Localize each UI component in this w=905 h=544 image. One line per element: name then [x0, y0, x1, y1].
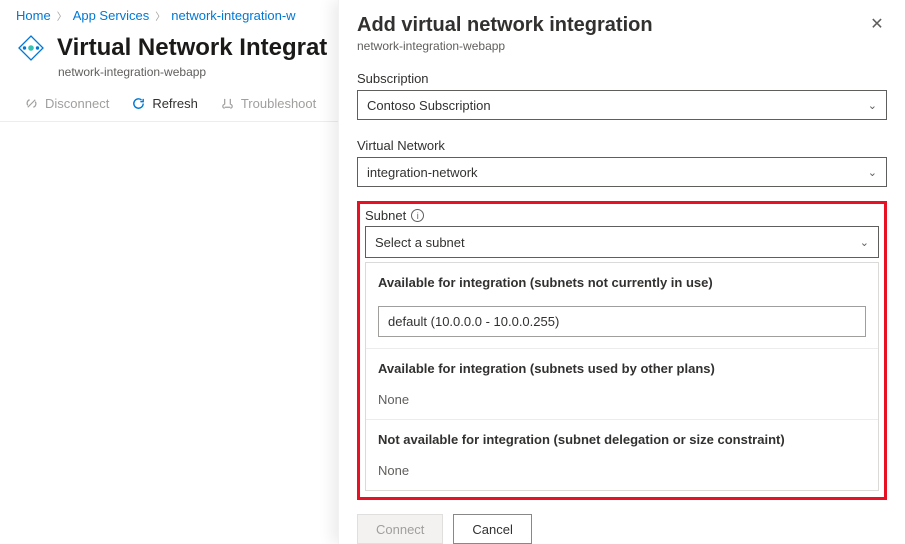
disconnect-icon	[24, 96, 39, 111]
chevron-down-icon: ⌄	[868, 99, 877, 112]
vnet-select[interactable]: integration-network ⌄	[357, 157, 887, 187]
panel-title: Add virtual network integration	[357, 14, 653, 37]
subscription-field-label: Subscription	[357, 71, 887, 86]
vnet-field-label: Virtual Network	[357, 138, 887, 153]
disconnect-button[interactable]: Disconnect	[24, 96, 109, 111]
troubleshoot-button[interactable]: Troubleshoot	[220, 96, 316, 111]
subnet-select[interactable]: Select a subnet ⌄	[366, 227, 878, 257]
subscription-select[interactable]: Contoso Subscription ⌄	[357, 90, 887, 120]
troubleshoot-icon	[220, 96, 235, 111]
chevron-down-icon: ⌄	[860, 236, 869, 249]
subnet-group-unavailable-none: None	[366, 456, 878, 490]
subnet-highlighted-section: Subnet i Select a subnet ⌄ Available for…	[357, 201, 887, 500]
subnet-group-available-used: Available for integration (subnets used …	[366, 348, 878, 385]
subnet-dropdown-list: Available for integration (subnets not c…	[365, 262, 879, 491]
breadcrumb-app-services[interactable]: App Services	[73, 8, 150, 23]
troubleshoot-label: Troubleshoot	[241, 96, 316, 111]
page-title: Virtual Network Integrat	[57, 34, 327, 62]
subscription-value: Contoso Subscription	[367, 98, 491, 113]
connect-button[interactable]: Connect	[357, 514, 443, 544]
info-icon[interactable]: i	[411, 209, 424, 222]
breadcrumb-resource[interactable]: network-integration-w	[171, 8, 295, 23]
refresh-label: Refresh	[152, 96, 198, 111]
subnet-group-used-none: None	[366, 385, 878, 419]
subnet-group-unavailable: Not available for integration (subnet de…	[366, 419, 878, 456]
refresh-icon	[131, 96, 146, 111]
close-icon[interactable]: ✕	[867, 14, 887, 34]
disconnect-label: Disconnect	[45, 96, 109, 111]
chevron-right-icon: 〉	[57, 8, 67, 23]
subnet-placeholder: Select a subnet	[375, 235, 465, 250]
refresh-button[interactable]: Refresh	[131, 96, 198, 111]
breadcrumb-home[interactable]: Home	[16, 8, 51, 23]
chevron-right-icon: 〉	[155, 8, 165, 23]
vnet-value: integration-network	[367, 165, 478, 180]
subnet-option-default[interactable]: default (10.0.0.0 - 10.0.0.255)	[378, 306, 866, 337]
subnet-field-label: Subnet	[365, 208, 406, 223]
vnet-integration-icon	[16, 33, 46, 63]
cancel-button[interactable]: Cancel	[453, 514, 531, 544]
subnet-group-available-unused: Available for integration (subnets not c…	[366, 263, 878, 299]
add-vnet-integration-panel: Add virtual network integration network-…	[338, 0, 905, 544]
chevron-down-icon: ⌄	[868, 166, 877, 179]
panel-subtitle: network-integration-webapp	[357, 39, 653, 53]
